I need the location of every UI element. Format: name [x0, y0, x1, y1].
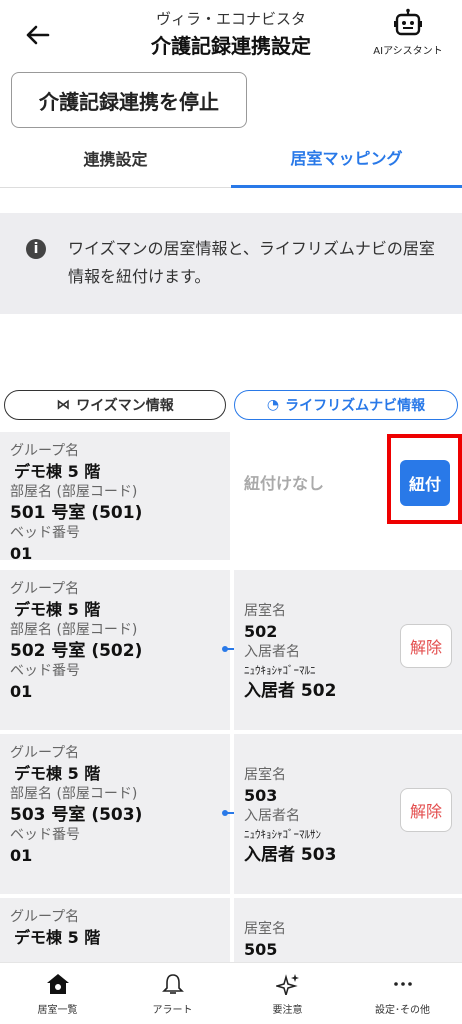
- bed-label: ベッド番号: [10, 827, 80, 843]
- nav-alert-label: アラート: [152, 1005, 193, 1016]
- more-icon: [393, 982, 412, 986]
- wiseman-room-cell: グループ名 デモ棟 5 階 部屋名 (部屋コード) 501 号室 (501) ベ…: [0, 432, 230, 563]
- ai-assistant-button[interactable]: AIアシスタント: [368, 8, 448, 62]
- room-value: 502 号室 (502): [10, 641, 143, 661]
- info-text: ワイズマンの居室情報と、ライフリズムナビの居室情報を紐付けます。: [68, 239, 435, 286]
- group-value: デモ棟 5 階: [14, 462, 101, 481]
- unlink-button[interactable]: 解除: [400, 624, 452, 668]
- mapping-row: グループ名 デモ棟 5 階 部屋名 (部屋コード) 503 号室 (503) ベ…: [0, 734, 462, 894]
- info-box: i ワイズマンの居室情報と、ライフリズムナビの居室情報を紐付けます。: [0, 213, 462, 314]
- bell-icon: [161, 974, 184, 994]
- room-label: 部屋名 (部屋コード): [10, 786, 138, 802]
- group-label: グループ名: [10, 581, 80, 597]
- group-label: グループ名: [10, 443, 80, 459]
- home-icon: [46, 974, 69, 994]
- liferhythm-room-cell: 居室名 502 入居者名 ﾆｭｳｷｮｼｬｺﾞｰﾏﾙﾆ 入居者 502 解除: [234, 570, 462, 730]
- bed-label: ベッド番号: [10, 525, 80, 541]
- room-label: 部屋名 (部屋コード): [10, 484, 138, 500]
- bed-value: 01: [10, 846, 33, 865]
- liferhythm-room-cell: 居室名 503 入居者名 ﾆｭｳｷｮｼｬｺﾞｰﾏﾙｻﾝ 入居者 503 解除: [234, 734, 462, 894]
- room-name-value: 503: [244, 786, 278, 805]
- nav-settings-label: 設定･その他: [375, 1005, 430, 1016]
- liferhythm-info: 居室名 502 入居者名 ﾆｭｳｷｮｼｬｺﾞｰﾏﾙﾆ 入居者 502: [244, 602, 336, 702]
- wiseman-room-cell: グループ名 デモ棟 5 階 部屋名 (部屋コード) 502 号室 (502) ベ…: [0, 570, 230, 730]
- stop-sync-button[interactable]: 介護記録連携を停止: [11, 72, 247, 128]
- ai-assistant-label: AIアシスタント: [373, 46, 443, 57]
- wiseman-column-label: ワイズマン情報: [76, 398, 174, 414]
- group-value: デモ棟 5 階: [14, 928, 101, 947]
- mapping-row: グループ名 デモ棟 5 階 部屋名 (部屋コード) 502 号室 (502) ベ…: [0, 570, 462, 730]
- liferhythm-column-label: ライフリズムナビ情報: [285, 398, 426, 414]
- wiseman-room-cell: グループ名 デモ棟 5 階: [0, 898, 230, 968]
- room-name-label: 居室名: [244, 921, 286, 937]
- sparkle-icon: [275, 974, 299, 995]
- unlinked-status: 紐付けなし: [244, 474, 325, 493]
- bed-value: 01: [10, 544, 33, 563]
- room-value: 503 号室 (503): [10, 805, 143, 825]
- nav-settings[interactable]: 設定･その他: [345, 963, 460, 1024]
- nav-caution[interactable]: 要注意: [230, 963, 345, 1024]
- wiseman-logo-icon: ⋈: [56, 397, 71, 413]
- mapping-row: グループ名 デモ棟 5 階 居室名 505: [0, 898, 462, 968]
- unlink-button[interactable]: 解除: [400, 788, 452, 832]
- liferhythm-info: 居室名 505: [244, 920, 286, 961]
- bed-value: 01: [10, 682, 33, 701]
- liferhythm-logo-icon: ◔: [266, 397, 280, 413]
- group-value: デモ棟 5 階: [14, 600, 101, 619]
- liferhythm-room-cell: 紐付けなし 紐付: [234, 432, 462, 560]
- nav-room-list-label: 居室一覧: [37, 1005, 78, 1016]
- resident-name: 入居者 503: [244, 845, 337, 865]
- tab-sync-settings[interactable]: 連携設定: [0, 128, 231, 188]
- group-label: グループ名: [10, 909, 80, 925]
- resident-kana: ﾆｭｳｷｮｼｬｺﾞｰﾏﾙｻﾝ: [244, 828, 321, 841]
- info-icon: i: [26, 239, 46, 259]
- resident-label: 入居者名: [244, 644, 300, 660]
- resident-kana: ﾆｭｳｷｮｼｬｺﾞｰﾏﾙﾆ: [244, 664, 316, 677]
- wiseman-column-header: ⋈ ワイズマン情報: [4, 390, 226, 420]
- liferhythm-column-header: ◔ ライフリズムナビ情報: [234, 390, 458, 420]
- room-name-label: 居室名: [244, 767, 286, 783]
- nav-room-list[interactable]: 居室一覧: [0, 963, 115, 1024]
- room-name-value: 502: [244, 622, 278, 641]
- liferhythm-info: 居室名 503 入居者名 ﾆｭｳｷｮｼｬｺﾞｰﾏﾙｻﾝ 入居者 503: [244, 766, 336, 866]
- bed-label: ベッド番号: [10, 663, 80, 679]
- room-name-label: 居室名: [244, 603, 286, 619]
- highlight-box: [387, 434, 462, 524]
- nav-caution-label: 要注意: [272, 1005, 303, 1016]
- room-name-value: 505: [244, 940, 278, 959]
- robot-icon: [394, 8, 422, 36]
- resident-label: 入居者名: [244, 808, 300, 824]
- wiseman-room-cell: グループ名 デモ棟 5 階 部屋名 (部屋コード) 503 号室 (503) ベ…: [0, 734, 230, 894]
- room-label: 部屋名 (部屋コード): [10, 622, 138, 638]
- room-value: 501 号室 (501): [10, 503, 143, 523]
- liferhythm-room-cell: 居室名 505: [234, 898, 462, 968]
- group-label: グループ名: [10, 745, 80, 761]
- app-header: ヴィラ・エコナビスタ 介護記録連携設定 AIアシスタント: [0, 0, 462, 68]
- tab-room-mapping[interactable]: 居室マッピング: [231, 128, 462, 188]
- bottom-navigation: 居室一覧 アラート 要注意 設定･その他: [0, 962, 462, 1024]
- mapping-row: グループ名 デモ棟 5 階 部屋名 (部屋コード) 501 号室 (501) ベ…: [0, 432, 462, 563]
- nav-alert[interactable]: アラート: [115, 963, 230, 1024]
- resident-name: 入居者 502: [244, 681, 337, 701]
- group-value: デモ棟 5 階: [14, 764, 101, 783]
- tab-bar: 連携設定 居室マッピング: [0, 128, 462, 188]
